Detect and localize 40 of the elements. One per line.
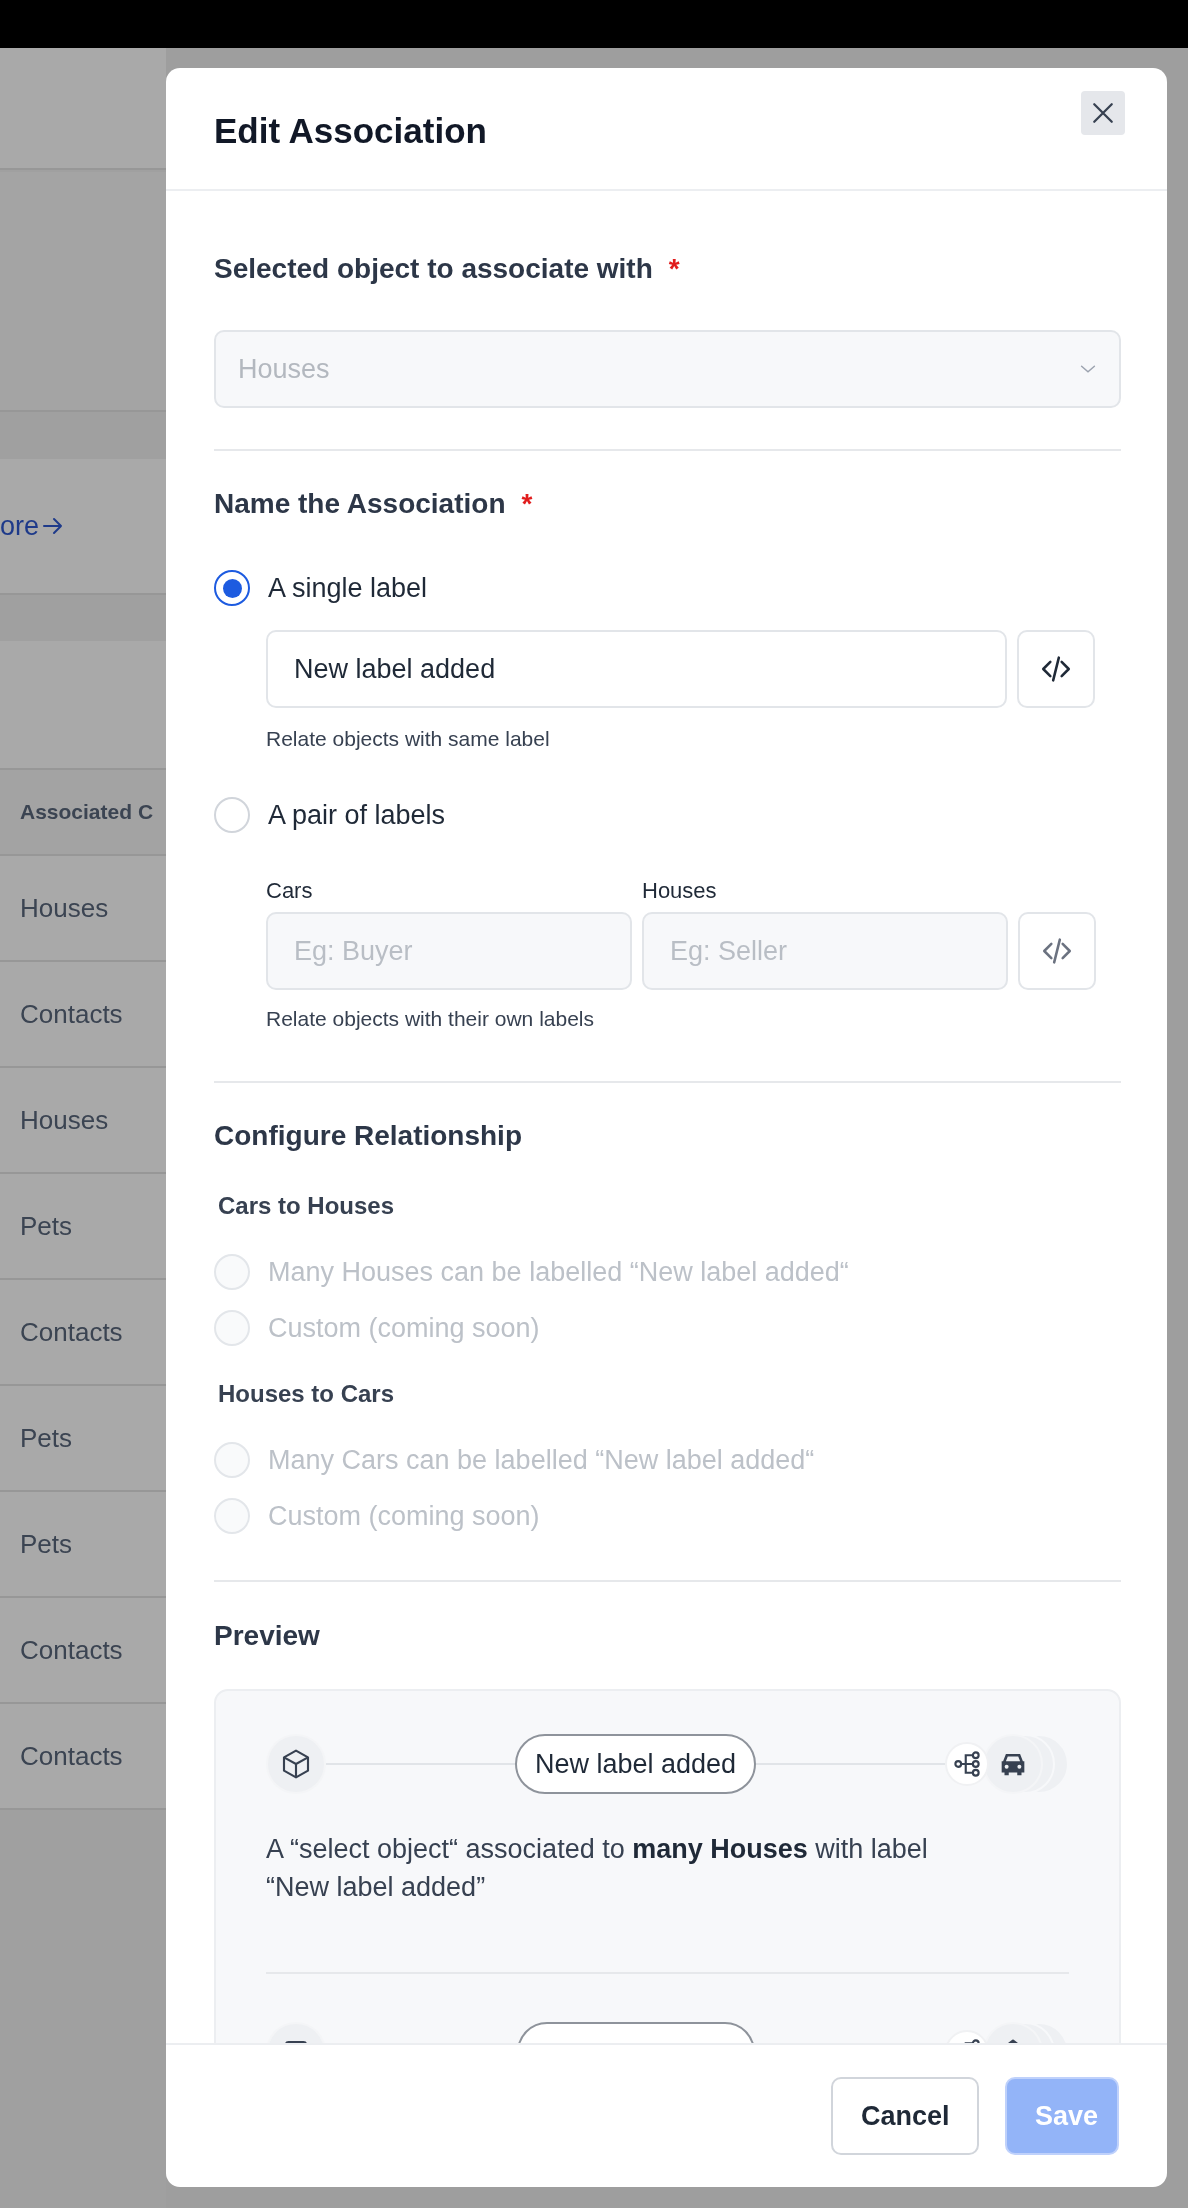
close-button[interactable]: [1081, 90, 1125, 135]
field-label: Cars: [266, 879, 314, 903]
share-icon: [945, 1742, 989, 1786]
table-cell-text: Houses: [19, 1104, 109, 1136]
radio-label: Custom (coming soon): [268, 1312, 540, 1344]
table-cell-text: Houses: [19, 892, 109, 924]
column-header: Associated C: [19, 800, 154, 824]
label-input[interactable]: New label added: [266, 630, 1007, 708]
table-cell-text: Contacts: [19, 1316, 123, 1348]
table-cell-text: Pets: [19, 1528, 73, 1560]
radio-label: Many Cars can be labelled “New label added“: [268, 1444, 815, 1476]
dialog-title: Edit Association: [214, 110, 487, 151]
table-cell-text: Contacts: [19, 1740, 123, 1772]
field-label: Houses: [642, 879, 718, 903]
required-mark: *: [668, 252, 680, 286]
required-mark: *: [521, 487, 533, 521]
section-heading: Preview: [214, 1619, 320, 1653]
table-cell-text: Pets: [19, 1422, 73, 1454]
section-heading: Name the Association: [214, 487, 506, 521]
section-heading: Configure Relationship: [214, 1119, 522, 1153]
subheading: Houses to Cars: [218, 1379, 396, 1409]
subheading: Cars to Houses: [218, 1191, 396, 1221]
radio-label: Many Houses can be labelled “New label added“: [268, 1256, 849, 1288]
hint-text: Relate objects with their own labels: [266, 1007, 595, 1031]
hint-text: Relate objects with same label: [266, 727, 551, 751]
label-pill: New label added: [514, 1734, 757, 1794]
table-cell-text: Pets: [19, 1210, 73, 1242]
section-heading: Selected object to associate with: [214, 252, 653, 286]
preview-description: A “select object“ associated to many Houses with label “New label added”: [266, 1833, 929, 1904]
table-cell-text: Contacts: [19, 998, 123, 1030]
label-input[interactable]: Eg: Seller: [642, 912, 1008, 990]
radio-button[interactable]: [214, 570, 250, 606]
radio-label: A single label: [268, 572, 428, 604]
table-cell-text: Contacts: [19, 1634, 123, 1666]
code-button[interactable]: [1017, 630, 1095, 708]
radio-label: Custom (coming soon): [268, 1500, 540, 1532]
radio-label: A pair of labels: [268, 799, 446, 831]
cancel-button[interactable]: Cancel: [831, 2077, 979, 2155]
label-input[interactable]: Eg: Buyer: [266, 912, 632, 990]
learn-more-link[interactable]: ore: [0, 510, 66, 542]
